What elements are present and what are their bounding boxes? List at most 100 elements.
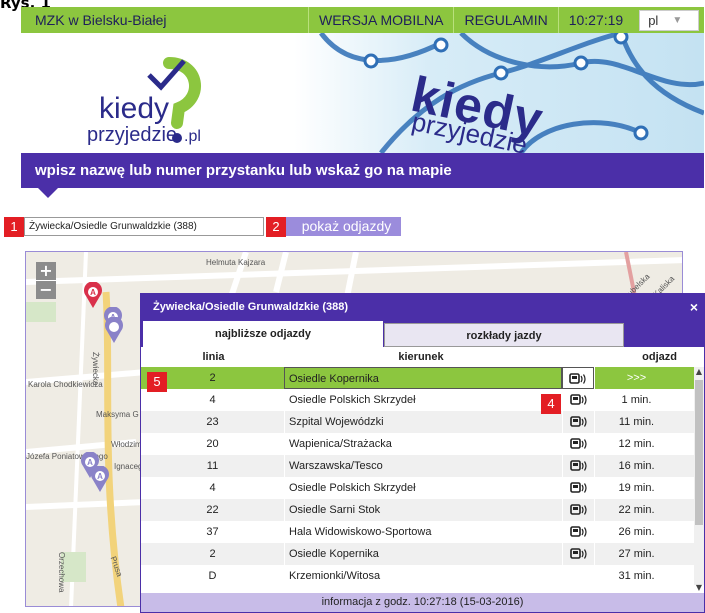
line-number: 23 [206, 416, 219, 428]
bus-realtime-icon [562, 411, 594, 433]
departure-time: 22 min. [594, 499, 678, 521]
chevron-down-icon: ▼ [672, 15, 683, 26]
departure-row[interactable]: 2 Osiedle Kopernika 27 min. [141, 543, 704, 565]
logo: kiedy przyjedzie .pl [87, 57, 201, 146]
departure-row[interactable]: D Krzemionki/Witosa 31 min. [141, 565, 704, 587]
direction: Osiedle Polskich Skrzydeł [284, 477, 562, 499]
line-number: 11 [206, 460, 219, 472]
col-direction: kierunek [398, 351, 444, 363]
direction: Wapienica/Strażacka [284, 433, 562, 455]
departure-time: >>> [594, 367, 678, 389]
departure-row[interactable]: 37 Hala Widowiskowo-Sportowa 26 min. [141, 521, 704, 543]
logo-text-1: kiedy [99, 92, 169, 125]
departure-time: 27 min. [594, 543, 678, 565]
street-label: Helmuta Kajzara [206, 258, 266, 267]
bus-realtime-icon [562, 477, 594, 499]
direction: Warszawska/Tesco [284, 455, 562, 477]
bus-realtime-icon [562, 543, 594, 565]
stop-pin-icon[interactable]: A [90, 466, 110, 492]
top-bar: MZK w Bielsku-Białej WERSJA MOBILNA REGU… [21, 7, 704, 33]
departure-time: 16 min. [594, 455, 678, 477]
street-label: Włodzim [111, 440, 142, 449]
language-value: pl [648, 13, 659, 28]
band-pointer [38, 188, 58, 198]
direction: Osiedle Kopernika [284, 543, 562, 565]
line-number: D [208, 570, 217, 582]
line-number: 37 [206, 526, 219, 538]
departure-time: 19 min. [594, 477, 678, 499]
departure-time: 12 min. [594, 433, 678, 455]
stop-search-input[interactable]: Żywiecka/Osiedle Grunwaldzkie (388) [24, 217, 264, 236]
bus-realtime-icon [562, 433, 594, 455]
line-number: 22 [206, 504, 219, 516]
rules-link[interactable]: REGULAMIN [453, 7, 557, 33]
logo-text-2: przyjedzie [87, 124, 177, 146]
direction: Osiedle Sarni Stok [284, 499, 562, 521]
scroll-thumb[interactable] [695, 380, 703, 525]
line-number: 20 [206, 438, 219, 450]
direction: Szpital Wojewódzki [284, 411, 562, 433]
svg-text:A: A [90, 288, 96, 297]
bus-realtime-icon [562, 499, 594, 521]
departures-list: 2 Osiedle Kopernika >>> 4 Osiedle Polskich S… [141, 367, 704, 587]
zoom-controls: + − [36, 262, 56, 299]
zoom-out-button[interactable]: − [36, 281, 56, 299]
departure-row[interactable]: 2 Osiedle Kopernika >>> [141, 367, 704, 389]
instruction-band: wpisz nazwę lub numer przystanku lub wsk… [21, 153, 704, 188]
departures-popup: Żywiecka/Osiedle Grunwaldzkie (388) × 3 … [140, 293, 705, 613]
scroll-up-icon[interactable]: ▲ [694, 367, 704, 376]
marker-5: 5 [147, 372, 167, 392]
departure-row[interactable]: 20 Wapienica/Strażacka 12 min. [141, 433, 704, 455]
departure-time: 31 min. [594, 565, 678, 587]
bus-realtime-icon [562, 389, 594, 411]
mobile-version-link[interactable]: WERSJA MOBILNA [308, 7, 453, 33]
departure-row[interactable]: 11 Warszawska/Tesco 16 min. [141, 455, 704, 477]
tab-timetables[interactable]: rozkłady jazdy [384, 323, 624, 347]
popup-title: Żywiecka/Osiedle Grunwaldzkie (388) [153, 301, 349, 313]
departure-row[interactable]: 22 Osiedle Sarni Stok 22 min. [141, 499, 704, 521]
street-label: Karola Chodkiewicza [28, 380, 103, 389]
logo-suffix: .pl [184, 128, 201, 145]
stop-pin-icon[interactable] [104, 317, 124, 343]
scroll-down-icon[interactable]: ▼ [694, 583, 704, 592]
tab-next-departures[interactable]: najbliższe odjazdy [143, 321, 383, 347]
banner: kiedy przyjedzie .pl kiedy przyjedzie [21, 33, 704, 153]
departure-time: 26 min. [594, 521, 678, 543]
departure-row[interactable]: 23 Szpital Wojewódzki 11 min. [141, 411, 704, 433]
bus-realtime-icon [562, 455, 594, 477]
line-number: 4 [209, 482, 216, 494]
col-line: linia [202, 351, 225, 363]
clock: 10:27:19 [557, 7, 634, 33]
scrollbar[interactable]: ▲ ▼ [694, 367, 704, 592]
bus-realtime-icon [562, 367, 594, 389]
stop-pin-icon[interactable]: A [83, 282, 103, 308]
departure-row[interactable]: 4 Osiedle Polskich Skrzydeł 19 min. [141, 477, 704, 499]
column-headers: linia kierunek odjazd [141, 347, 704, 367]
popup-header: Żywiecka/Osiedle Grunwaldzkie (388) × [141, 294, 704, 321]
zoom-in-button[interactable]: + [36, 262, 56, 280]
col-departure: odjazd [642, 351, 677, 363]
empty-icon-cell [562, 565, 594, 587]
language-select[interactable]: pl ▼ [639, 10, 700, 31]
info-footer: informacja z godz. 10:27:18 (15-03-2016) [141, 593, 704, 612]
departure-time: 1 min. [594, 389, 678, 411]
direction: Krzemionki/Witosa [284, 565, 562, 587]
direction: Osiedle Kopernika [284, 367, 562, 389]
bus-realtime-icon [562, 521, 594, 543]
marker-2: 2 [266, 217, 286, 237]
site-name[interactable]: MZK w Bielsku-Białej [21, 7, 308, 33]
direction: Osiedle Polskich Skrzydeł [284, 389, 562, 411]
line-number: 2 [209, 548, 216, 560]
departure-time: 11 min. [594, 411, 678, 433]
direction: Hala Widowiskowo-Sportowa [284, 521, 562, 543]
logo-dot [172, 133, 182, 143]
tab-bar: 3 najbliższe odjazdy rozkłady jazdy [141, 321, 704, 347]
departure-row[interactable]: 4 Osiedle Polskich Skrzydeł 1 min. [141, 389, 704, 411]
show-departures-button[interactable]: pokaż odjazdy [286, 217, 401, 236]
close-icon[interactable]: × [690, 294, 698, 321]
marker-4: 4 [541, 394, 561, 414]
marker-1: 1 [4, 217, 24, 237]
line-number: 4 [209, 394, 216, 406]
svg-text:A: A [97, 472, 103, 481]
street-label: Maksyma G [96, 410, 139, 419]
